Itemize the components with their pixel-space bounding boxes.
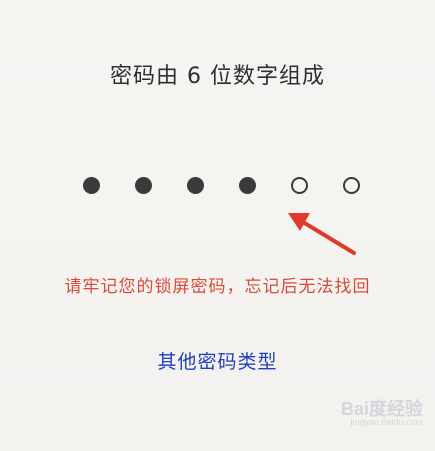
- pin-dot-3: [187, 177, 204, 194]
- pin-dot-6: [343, 177, 360, 194]
- baidu-jingyan-watermark: Bai度经验 jingyan.baidu.com: [303, 393, 423, 433]
- other-password-types-link[interactable]: 其他密码类型: [0, 347, 435, 374]
- pin-dot-5: [291, 177, 308, 194]
- lock-screen-password-setup: 密码由 6 位数字组成 请牢记您的锁屏密码，忘记后无法找回 其他密码类型 Bai…: [0, 0, 435, 451]
- page-title: 密码由 6 位数字组成: [110, 64, 325, 89]
- pin-dot-2: [135, 177, 152, 194]
- pin-dot-1: [83, 177, 100, 194]
- password-warning: 请牢记您的锁屏密码，忘记后无法找回: [64, 277, 371, 297]
- pin-dot-4: [239, 177, 256, 194]
- watermark-subtext: jingyan.baidu.com: [350, 417, 423, 427]
- red-arrow-icon: [288, 213, 356, 255]
- pin-dots: [83, 177, 363, 197]
